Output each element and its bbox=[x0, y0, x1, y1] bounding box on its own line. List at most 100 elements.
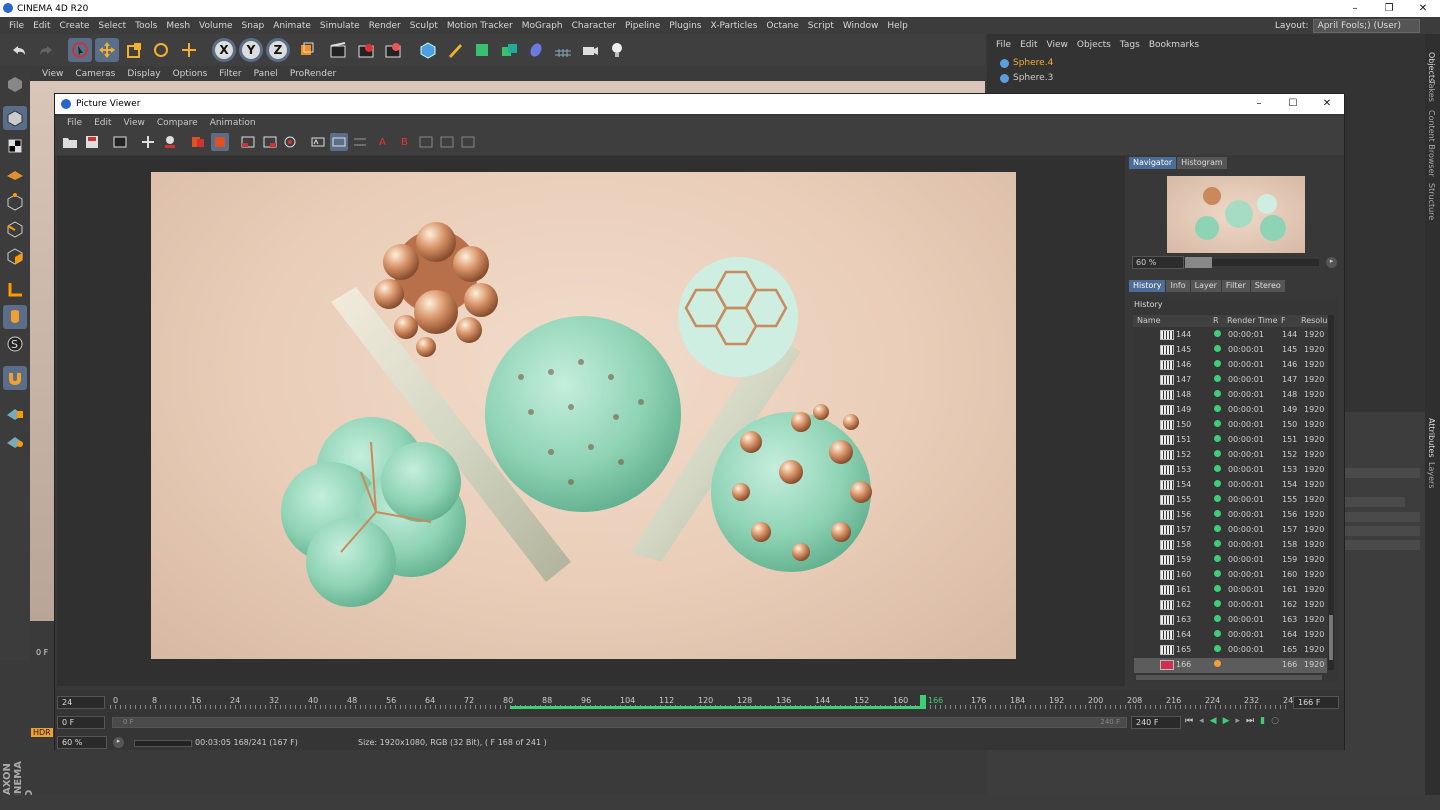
history-row[interactable]: 144 00:00:01 144 1920 bbox=[1134, 328, 1327, 343]
attribute-dropdown[interactable] bbox=[1345, 526, 1420, 536]
undo-icon[interactable] bbox=[7, 38, 31, 62]
obj-menu-tags[interactable]: Tags bbox=[1120, 40, 1140, 50]
previous-key-icon[interactable]: ◂ bbox=[1199, 716, 1204, 726]
menu-plugins[interactable]: Plugins bbox=[669, 21, 701, 31]
attribute-dropdown[interactable] bbox=[1345, 512, 1420, 522]
menu-file[interactable]: File bbox=[9, 21, 24, 31]
record-icon[interactable]: ○ bbox=[1271, 716, 1279, 726]
history-row[interactable]: 155 00:00:01 155 1920 bbox=[1134, 493, 1327, 508]
fit-icon[interactable] bbox=[139, 133, 157, 151]
toggle-2-icon[interactable] bbox=[438, 133, 456, 151]
history-row[interactable]: 151 00:00:01 151 1920 bbox=[1134, 433, 1327, 448]
history-row[interactable]: 149 00:00:01 149 1920 bbox=[1134, 403, 1327, 418]
menu-octane[interactable]: Octane bbox=[766, 21, 798, 31]
pv-maximize-icon[interactable]: ☐ bbox=[1276, 95, 1310, 112]
show-1-icon[interactable] bbox=[239, 133, 257, 151]
menu-snap[interactable]: Snap bbox=[242, 21, 265, 31]
go-to-start-icon[interactable]: ⏮ bbox=[1185, 716, 1193, 726]
history-row[interactable]: 147 00:00:01 147 1920 bbox=[1134, 373, 1327, 388]
tab-attributes[interactable]: Attributes bbox=[1427, 418, 1436, 458]
make-editable-icon[interactable] bbox=[3, 72, 27, 96]
light-icon[interactable] bbox=[605, 38, 629, 62]
menu-mograph[interactable]: MoGraph bbox=[522, 21, 563, 31]
render-settings-icon[interactable] bbox=[381, 38, 405, 62]
tab-content-browser[interactable]: Content Browser bbox=[1427, 110, 1436, 177]
viewport-menu-cameras[interactable]: Cameras bbox=[75, 69, 115, 79]
toggle-1-icon[interactable] bbox=[417, 133, 435, 151]
history-scrollbar[interactable] bbox=[1328, 315, 1334, 670]
cloner-icon[interactable] bbox=[497, 38, 521, 62]
history-row[interactable]: 162 00:00:01 162 1920 bbox=[1134, 598, 1327, 613]
open-icon[interactable] bbox=[61, 133, 79, 151]
render-view-icon[interactable] bbox=[326, 38, 350, 62]
menu-character[interactable]: Character bbox=[572, 21, 616, 31]
history-row[interactable]: 156 00:00:01 156 1920 bbox=[1134, 508, 1327, 523]
points-mode-icon[interactable] bbox=[3, 190, 27, 214]
col-r[interactable]: R bbox=[1213, 316, 1219, 325]
coordinate-system-icon[interactable] bbox=[294, 38, 318, 62]
attribute-field[interactable] bbox=[1345, 468, 1420, 478]
object-row[interactable]: Sphere.4 bbox=[1000, 56, 1053, 70]
col-name[interactable]: Name bbox=[1137, 316, 1161, 325]
zoom-field[interactable]: 60 % bbox=[57, 736, 107, 749]
timeline-playhead[interactable] bbox=[920, 695, 926, 709]
channel-r-icon[interactable] bbox=[189, 133, 207, 151]
layout-dropdown[interactable]: April Fools;) (User) bbox=[1312, 18, 1420, 33]
play-forward-icon[interactable]: ▶ bbox=[1223, 716, 1230, 726]
history-scroll-thumb[interactable] bbox=[1329, 615, 1333, 660]
pen-icon[interactable] bbox=[443, 38, 467, 62]
polygons-mode-icon[interactable] bbox=[3, 244, 27, 268]
workplane-icon[interactable] bbox=[3, 161, 27, 185]
render-picture-viewer-icon[interactable] bbox=[354, 38, 378, 62]
loop-icon[interactable]: ▮ bbox=[1260, 716, 1265, 726]
history-row[interactable]: 152 00:00:01 152 1920 bbox=[1134, 448, 1327, 463]
deformer-icon[interactable] bbox=[524, 38, 548, 62]
model-mode-icon[interactable] bbox=[3, 106, 27, 130]
tab-stereo[interactable]: Stereo bbox=[1250, 280, 1285, 292]
save-icon[interactable] bbox=[83, 133, 101, 151]
col-resolution[interactable]: Resolu bbox=[1301, 316, 1327, 325]
history-row[interactable]: 161 00:00:01 161 1920 bbox=[1134, 583, 1327, 598]
tab-layer[interactable]: Layer bbox=[1190, 280, 1221, 292]
transform-icon[interactable] bbox=[177, 38, 201, 62]
start-frame-field[interactable]: 0 F bbox=[57, 716, 105, 729]
tab-filter[interactable]: Filter bbox=[1221, 280, 1250, 292]
viewport-menu-panel[interactable]: Panel bbox=[254, 69, 278, 79]
pv-menu-file[interactable]: File bbox=[67, 118, 82, 128]
history-row[interactable]: 145 00:00:01 145 1920 bbox=[1134, 343, 1327, 358]
split-icon[interactable] bbox=[330, 133, 348, 151]
menu-volume[interactable]: Volume bbox=[199, 21, 232, 31]
live-selection-icon[interactable] bbox=[68, 38, 92, 62]
menu-tools[interactable]: Tools bbox=[135, 21, 157, 31]
z-axis-button[interactable]: Z bbox=[266, 38, 290, 62]
pv-menu-animation[interactable]: Animation bbox=[210, 118, 256, 128]
menu-x-particles[interactable]: X-Particles bbox=[711, 21, 758, 31]
obj-menu-file[interactable]: File bbox=[996, 40, 1011, 50]
history-hscrollbar[interactable] bbox=[1136, 675, 1322, 680]
scale-icon[interactable] bbox=[122, 38, 146, 62]
subdivision-icon[interactable] bbox=[470, 38, 494, 62]
frame-field[interactable]: 0 F bbox=[36, 648, 48, 657]
history-row[interactable]: 163 00:00:01 163 1920 bbox=[1134, 613, 1327, 628]
redo-icon[interactable] bbox=[34, 38, 58, 62]
maximize-icon[interactable]: ❐ bbox=[1372, 0, 1406, 17]
navigator-thumbnail[interactable] bbox=[1167, 176, 1305, 253]
zoom-play-icon[interactable]: ▸ bbox=[1326, 257, 1337, 268]
history-row[interactable]: 164 00:00:01 164 1920 bbox=[1134, 628, 1327, 643]
play-backward-icon[interactable]: ◀ bbox=[1210, 716, 1217, 726]
tweak-icon[interactable] bbox=[3, 305, 27, 329]
close-icon[interactable]: ✕ bbox=[1406, 0, 1440, 17]
history-row[interactable]: 165 00:00:01 165 1920 bbox=[1134, 643, 1327, 658]
x-axis-button[interactable]: X bbox=[212, 38, 236, 62]
current-frame-field[interactable]: 166 F bbox=[1293, 696, 1339, 709]
zoom-slider-handle[interactable] bbox=[1185, 257, 1212, 268]
menu-render[interactable]: Render bbox=[369, 21, 401, 31]
obj-menu-edit[interactable]: Edit bbox=[1020, 40, 1037, 50]
menu-animate[interactable]: Animate bbox=[273, 21, 311, 31]
menu-select[interactable]: Select bbox=[98, 21, 126, 31]
navigator-zoom-field[interactable]: 60 % bbox=[1132, 256, 1184, 269]
object-row[interactable]: Sphere.3 bbox=[1000, 71, 1053, 85]
tab-histogram[interactable]: Histogram bbox=[1177, 157, 1227, 169]
channel-g-icon[interactable] bbox=[211, 133, 229, 151]
viewport-menu-prorender[interactable]: ProRender bbox=[290, 69, 336, 79]
